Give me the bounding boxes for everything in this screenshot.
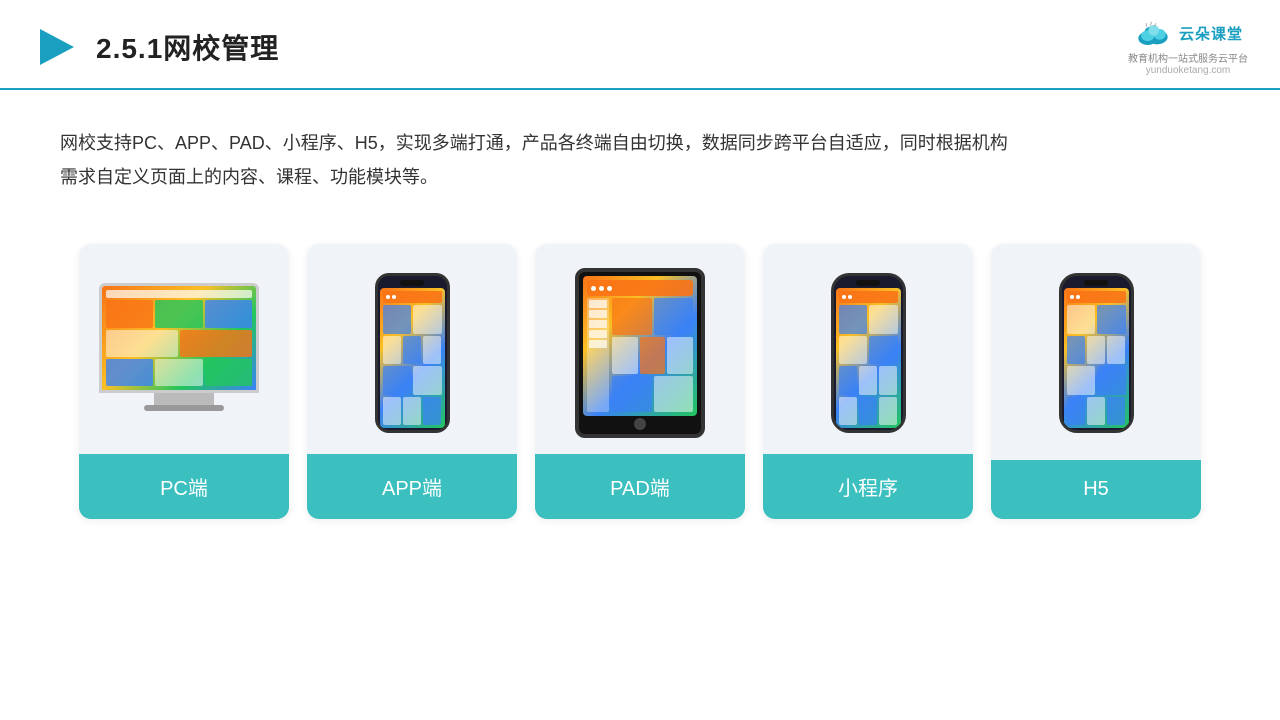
pad-screen bbox=[583, 276, 697, 416]
card-app: APP端 bbox=[307, 244, 517, 519]
app-label: APP端 bbox=[307, 454, 517, 519]
pc-image-area bbox=[79, 244, 289, 454]
page-title: 2.5.1网校管理 bbox=[96, 27, 279, 67]
h5-label: H5 bbox=[991, 460, 1201, 519]
card-miniprogram: 小程序 bbox=[763, 244, 973, 519]
miniprogram-screen bbox=[836, 288, 901, 428]
h5-screen bbox=[1064, 288, 1129, 428]
cloud-icon bbox=[1133, 18, 1173, 48]
pad-home-button bbox=[634, 418, 646, 430]
phone-notch-h5 bbox=[1084, 280, 1108, 286]
cards-area: PC端 bbox=[0, 224, 1280, 519]
logo-domain: yunduoketang.com bbox=[1146, 65, 1231, 76]
phone-notch bbox=[400, 280, 424, 286]
app-phone-mockup bbox=[375, 273, 450, 433]
pc-label: PC端 bbox=[79, 454, 289, 519]
phone-notch-mp bbox=[856, 280, 880, 286]
pad-image-area bbox=[535, 244, 745, 454]
pad-label: PAD端 bbox=[535, 454, 745, 519]
pad-mockup bbox=[575, 268, 705, 438]
h5-phone-mockup bbox=[1059, 273, 1134, 433]
logo-area: 云朵课堂 教育机构一站式服务云平台 yunduoketang.com bbox=[1128, 18, 1248, 76]
miniprogram-phone-mockup bbox=[831, 273, 906, 433]
logo-name: 云朵课堂 bbox=[1179, 23, 1243, 44]
page-header: 2.5.1网校管理 云朵课堂 教育机构一站式服务云平台 yunduoketang… bbox=[0, 0, 1280, 90]
card-h5: H5 bbox=[991, 244, 1201, 519]
app-image-area bbox=[307, 244, 517, 454]
phone-screen bbox=[380, 288, 445, 428]
miniprogram-label: 小程序 bbox=[763, 454, 973, 519]
pc-mockup bbox=[99, 283, 269, 423]
description-text: 网校支持PC、APP、PAD、小程序、H5，实现多端打通，产品各终端自由切换，数… bbox=[0, 90, 1280, 214]
header-left: 2.5.1网校管理 bbox=[32, 23, 279, 71]
h5-image-area bbox=[991, 244, 1201, 454]
card-pc: PC端 bbox=[79, 244, 289, 519]
card-pad: PAD端 bbox=[535, 244, 745, 519]
play-icon bbox=[32, 23, 80, 71]
logo-cloud: 云朵课堂 bbox=[1133, 18, 1243, 48]
miniprogram-image-area bbox=[763, 244, 973, 454]
logo-tagline: 教育机构一站式服务云平台 bbox=[1128, 50, 1248, 65]
